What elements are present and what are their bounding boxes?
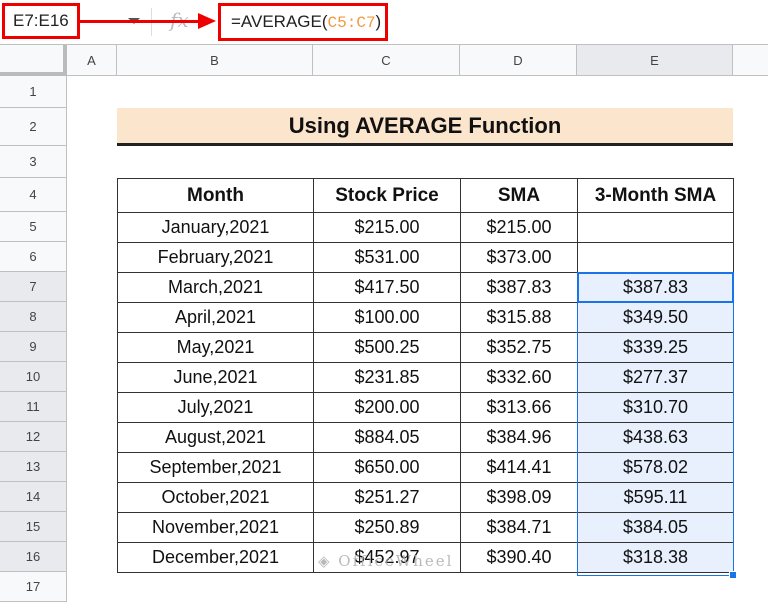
month-cell[interactable]: February,2021 xyxy=(117,242,314,273)
stock-price-cell[interactable]: $531.00 xyxy=(313,242,461,273)
month-cell[interactable]: July,2021 xyxy=(117,392,314,423)
page-title: Using AVERAGE Function xyxy=(117,108,733,146)
row-header-17[interactable]: 17 xyxy=(0,572,67,602)
column-header-e[interactable]: E xyxy=(577,45,733,76)
three-month-sma-cell[interactable]: $349.50 xyxy=(577,302,734,333)
row-header-11[interactable]: 11 xyxy=(0,392,67,422)
column-header-d[interactable]: D xyxy=(460,45,577,76)
sma-cell[interactable]: $373.00 xyxy=(460,242,578,273)
row-header-13[interactable]: 13 xyxy=(0,452,67,482)
table-row: April,2021 $100.00 $315.88 $349.50 xyxy=(117,302,734,333)
month-cell[interactable]: August,2021 xyxy=(117,422,314,453)
formula-input[interactable]: =AVERAGE(C5:C7) xyxy=(218,3,388,41)
header-month[interactable]: Month xyxy=(117,178,314,213)
row-header-4[interactable]: 4 xyxy=(0,178,67,212)
three-month-sma-cell[interactable]: $384.05 xyxy=(577,512,734,543)
stock-price-cell[interactable]: $500.25 xyxy=(313,332,461,363)
select-all-corner[interactable] xyxy=(0,45,67,76)
header-stock-price[interactable]: Stock Price xyxy=(313,178,461,213)
column-header-c[interactable]: C xyxy=(313,45,460,76)
row-header-14[interactable]: 14 xyxy=(0,482,67,512)
header-3-month-sma[interactable]: 3-Month SMA xyxy=(577,178,734,213)
name-box[interactable]: E7:E16 xyxy=(2,3,80,39)
table-row: January,2021 $215.00 $215.00 xyxy=(117,212,734,243)
month-cell[interactable]: January,2021 xyxy=(117,212,314,243)
month-cell[interactable]: March,2021 xyxy=(117,272,314,303)
three-month-sma-cell[interactable] xyxy=(577,212,734,243)
three-month-sma-cell[interactable]: $387.83 xyxy=(577,272,734,303)
table-row: October,2021 $251.27 $398.09 $595.11 xyxy=(117,482,734,513)
column-header-f[interactable] xyxy=(733,45,768,76)
month-cell[interactable]: December,2021 xyxy=(117,542,314,573)
three-month-sma-cell[interactable]: $578.02 xyxy=(577,452,734,483)
row-header-7[interactable]: 7 xyxy=(0,272,67,302)
row-header-2[interactable]: 2 xyxy=(0,108,67,146)
formula-prefix: =AVERAGE( xyxy=(231,12,328,31)
month-cell[interactable]: October,2021 xyxy=(117,482,314,513)
sma-cell[interactable]: $315.88 xyxy=(460,302,578,333)
sma-cell[interactable]: $384.96 xyxy=(460,422,578,453)
formula-range-ref: C5:C7 xyxy=(327,14,376,32)
sma-cell[interactable]: $390.40 xyxy=(460,542,578,573)
sma-cell[interactable]: $332.60 xyxy=(460,362,578,393)
row-header-8[interactable]: 8 xyxy=(0,302,67,332)
sma-cell[interactable]: $387.83 xyxy=(460,272,578,303)
table-row: March,2021 $417.50 $387.83 $387.83 xyxy=(117,272,734,303)
row-header-15[interactable]: 15 xyxy=(0,512,67,542)
arrow-annotation xyxy=(80,20,200,23)
header-sma[interactable]: SMA xyxy=(460,178,578,213)
stock-price-cell[interactable]: $417.50 xyxy=(313,272,461,303)
row-header-9[interactable]: 9 xyxy=(0,332,67,362)
row-header-3[interactable]: 3 xyxy=(0,146,67,178)
row-header-1[interactable]: 1 xyxy=(0,76,67,108)
month-cell[interactable]: November,2021 xyxy=(117,512,314,543)
row-header-5[interactable]: 5 xyxy=(0,212,67,242)
table-row: February,2021 $531.00 $373.00 xyxy=(117,242,734,273)
row-header-16[interactable]: 16 xyxy=(0,542,67,572)
three-month-sma-cell[interactable]: $438.63 xyxy=(577,422,734,453)
stock-price-cell[interactable]: $251.27 xyxy=(313,482,461,513)
sma-cell[interactable]: $398.09 xyxy=(460,482,578,513)
sma-cell[interactable]: $352.75 xyxy=(460,332,578,363)
sma-cell[interactable]: $384.71 xyxy=(460,512,578,543)
month-cell[interactable]: June,2021 xyxy=(117,362,314,393)
month-cell[interactable]: April,2021 xyxy=(117,302,314,333)
stock-price-cell[interactable]: $650.00 xyxy=(313,452,461,483)
stock-price-cell[interactable]: $200.00 xyxy=(313,392,461,423)
table-row: August,2021 $884.05 $384.96 $438.63 xyxy=(117,422,734,453)
three-month-sma-cell[interactable]: $318.38 xyxy=(577,542,734,573)
table-row: July,2021 $200.00 $313.66 $310.70 xyxy=(117,392,734,423)
stock-price-cell[interactable]: $250.89 xyxy=(313,512,461,543)
sma-cell[interactable]: $313.66 xyxy=(460,392,578,423)
table-row: June,2021 $231.85 $332.60 $277.37 xyxy=(117,362,734,393)
table-row: May,2021 $500.25 $352.75 $339.25 xyxy=(117,332,734,363)
month-cell[interactable]: September,2021 xyxy=(117,452,314,483)
month-cell[interactable]: May,2021 xyxy=(117,332,314,363)
watermark-logo: ◈ OfficeWheel xyxy=(318,552,454,570)
row-header-10[interactable]: 10 xyxy=(0,362,67,392)
table-row: September,2021 $650.00 $414.41 $578.02 xyxy=(117,452,734,483)
stock-price-cell[interactable]: $100.00 xyxy=(313,302,461,333)
arrow-head-icon xyxy=(198,13,216,29)
three-month-sma-cell[interactable]: $277.37 xyxy=(577,362,734,393)
column-header-a[interactable]: A xyxy=(67,45,117,76)
formula-bar: E7:E16 fx =AVERAGE(C5:C7) xyxy=(0,0,768,45)
sma-cell[interactable]: $215.00 xyxy=(460,212,578,243)
three-month-sma-cell[interactable] xyxy=(577,242,734,273)
three-month-sma-cell[interactable]: $310.70 xyxy=(577,392,734,423)
row-header-12[interactable]: 12 xyxy=(0,422,67,452)
row-header-6[interactable]: 6 xyxy=(0,242,67,272)
sma-table: Month Stock Price SMA 3-Month SMA Januar… xyxy=(117,178,734,573)
three-month-sma-cell[interactable]: $595.11 xyxy=(577,482,734,513)
formula-suffix: ) xyxy=(375,12,382,31)
fill-handle[interactable] xyxy=(729,571,737,579)
stock-price-cell[interactable]: $884.05 xyxy=(313,422,461,453)
three-month-sma-cell[interactable]: $339.25 xyxy=(577,332,734,363)
sma-cell[interactable]: $414.41 xyxy=(460,452,578,483)
stock-price-cell[interactable]: $215.00 xyxy=(313,212,461,243)
table-row: November,2021 $250.89 $384.71 $384.05 xyxy=(117,512,734,543)
column-header-b[interactable]: B xyxy=(117,45,313,76)
stock-price-cell[interactable]: $231.85 xyxy=(313,362,461,393)
